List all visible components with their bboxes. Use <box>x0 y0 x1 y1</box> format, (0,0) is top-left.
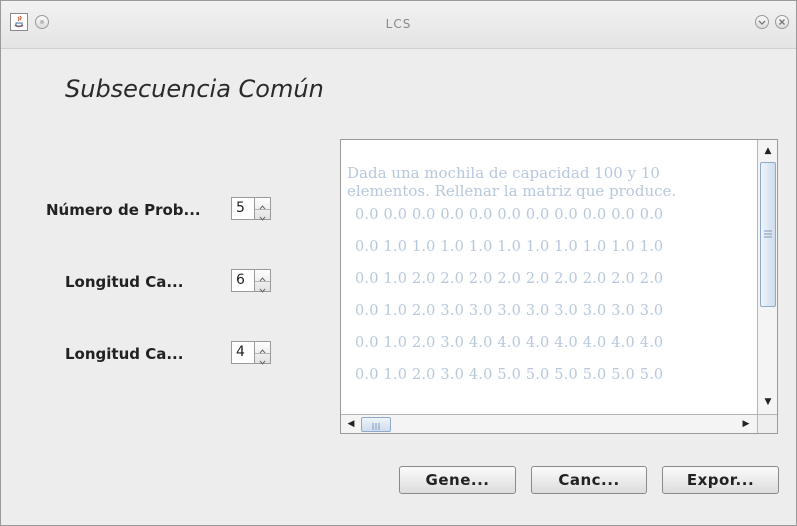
spinner-arrows[interactable] <box>255 341 271 365</box>
spinner-down-icon[interactable] <box>255 281 270 293</box>
matrix-row: 0.0 0.0 0.0 0.0 0.0 0.0 0.0 0.0 0.0 0.0 … <box>355 207 664 223</box>
problem-number-spinner[interactable]: 5 <box>231 197 271 221</box>
problem-number-input[interactable]: 5 <box>231 197 255 220</box>
window-title: LCS <box>385 17 412 31</box>
cancel-button[interactable]: Canc... <box>531 466 647 494</box>
length-a-spinner[interactable]: 6 <box>231 269 271 293</box>
matrix-row: 0.0 1.0 2.0 3.0 3.0 3.0 3.0 3.0 3.0 3.0 … <box>355 303 664 319</box>
matrix-row: 0.0 1.0 1.0 1.0 1.0 1.0 1.0 1.0 1.0 1.0 … <box>355 239 664 255</box>
length-a-input[interactable]: 6 <box>231 269 255 292</box>
description-line-2: elementos. Rellenar la matriz que produc… <box>347 182 677 200</box>
scroll-right-icon[interactable]: ▶ <box>737 415 755 433</box>
length-a-label: Longitud Ca... <box>65 273 184 291</box>
vertical-scroll-thumb[interactable] <box>760 162 776 307</box>
spinner-arrows[interactable] <box>255 197 271 221</box>
matrix-row: 0.0 1.0 2.0 3.0 4.0 4.0 4.0 4.0 4.0 4.0 … <box>355 335 664 351</box>
page-heading: Subsecuencia Común <box>65 75 324 103</box>
close-button[interactable] <box>775 15 789 29</box>
spinner-down-icon[interactable] <box>255 353 270 365</box>
export-button[interactable]: Expor... <box>662 466 779 494</box>
length-b-spinner[interactable]: 4 <box>231 341 271 365</box>
scroll-left-icon[interactable]: ◀ <box>342 415 360 433</box>
scroll-up-icon[interactable]: ▲ <box>759 142 777 160</box>
spinner-down-icon[interactable] <box>255 209 270 221</box>
result-text-area[interactable]: Dada una mochila de capacidad 100 y 10 e… <box>340 139 778 434</box>
length-b-label: Longitud Ca... <box>65 345 184 363</box>
matrix-row: 0.0 1.0 2.0 3.0 4.0 5.0 5.0 5.0 5.0 5.0 … <box>355 367 664 383</box>
app-window: LCS Subsecuencia Común Número de Prob...… <box>0 0 797 526</box>
scroll-corner <box>757 414 777 433</box>
scroll-down-icon[interactable]: ▼ <box>759 393 777 411</box>
minimize-button[interactable] <box>755 15 769 29</box>
vertical-scrollbar[interactable]: ▲ ▼ <box>757 140 777 414</box>
problem-number-label: Número de Prob... <box>46 201 201 219</box>
spinner-arrows[interactable] <box>255 269 271 293</box>
horizontal-scroll-thumb[interactable] <box>361 417 391 432</box>
generate-button[interactable]: Gene... <box>399 466 516 494</box>
description-line-1: Dada una mochila de capacidad 100 y 10 <box>347 164 660 182</box>
result-text: Dada una mochila de capacidad 100 y 10 e… <box>347 164 757 416</box>
title-bar[interactable]: LCS <box>1 1 796 49</box>
horizontal-scrollbar[interactable]: ◀ ▶ <box>341 414 758 433</box>
matrix-row: 0.0 1.0 2.0 2.0 2.0 2.0 2.0 2.0 2.0 2.0 … <box>355 271 664 287</box>
length-b-input[interactable]: 4 <box>231 341 255 364</box>
